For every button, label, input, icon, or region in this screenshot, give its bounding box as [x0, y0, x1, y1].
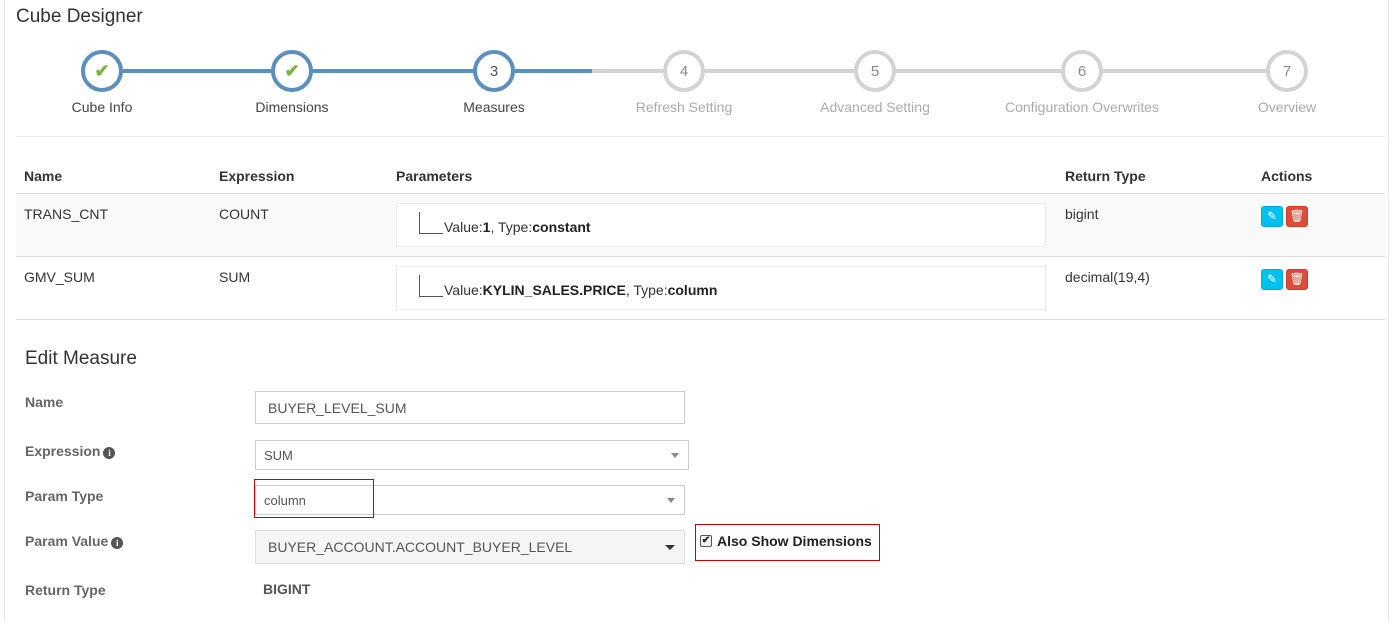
- measure-name-value: BUYER_LEVEL_SUM: [268, 399, 407, 416]
- step-circle: 6: [1061, 50, 1103, 92]
- table-header-row: Name Expression Parameters Return Type A…: [16, 160, 1385, 194]
- column-header-actions: Actions: [1253, 160, 1385, 194]
- chevron-down-icon: [665, 545, 675, 550]
- param-value: KYLIN_SALES.PRICE: [482, 281, 626, 298]
- cell-name: TRANS_CNT: [16, 193, 211, 257]
- parameter-tree: Value:1, Type:constant: [396, 202, 1046, 247]
- edit-button[interactable]: ✎: [1261, 205, 1283, 227]
- param-value-label: Param Value: [25, 533, 109, 549]
- check-icon: ✔: [94, 61, 110, 81]
- cell-expression: COUNT: [211, 193, 388, 257]
- step-circle: 5: [854, 50, 896, 92]
- param-value-label-row: Param Value i: [25, 533, 124, 549]
- param-value-select[interactable]: BUYER_ACCOUNT.ACCOUNT_BUYER_LEVEL: [255, 530, 685, 564]
- measure-name-input[interactable]: BUYER_LEVEL_SUM: [255, 391, 685, 424]
- column-header-return-type: Return Type: [1057, 160, 1253, 194]
- info-icon[interactable]: i: [111, 537, 124, 549]
- pencil-icon: ✎: [1266, 209, 1278, 223]
- parameter-tree: Value:KYLIN_SALES.PRICE, Type:column: [396, 265, 1046, 310]
- step-circle: ✔: [81, 50, 123, 92]
- tree-line: [419, 274, 420, 297]
- step-label: Dimensions: [255, 99, 329, 115]
- delete-button[interactable]: 🗑: [1286, 205, 1308, 227]
- expression-label: Expression: [25, 443, 101, 459]
- step-circle: ✔: [271, 50, 313, 92]
- param-type-label: Param Type: [25, 488, 104, 504]
- trash-icon: 🗑: [1289, 272, 1305, 286]
- info-icon[interactable]: i: [103, 447, 116, 459]
- step-label: Configuration Overwrites: [1004, 99, 1160, 115]
- highlight-box: [695, 524, 880, 561]
- trash-icon: 🗑: [1289, 209, 1305, 223]
- param-type: column: [667, 281, 718, 298]
- param-value-label: Value:: [444, 281, 483, 298]
- cell-parameters: Value:KYLIN_SALES.PRICE, Type:column: [388, 256, 1057, 320]
- return-type-value: BIGINT: [263, 581, 311, 597]
- chevron-down-icon: [671, 453, 679, 458]
- cell-actions: ✎ 🗑: [1253, 256, 1385, 320]
- edit-button[interactable]: ✎: [1261, 268, 1283, 290]
- delete-button[interactable]: 🗑: [1286, 268, 1308, 290]
- param-value-select-value: BUYER_ACCOUNT.ACCOUNT_BUYER_LEVEL: [268, 539, 573, 555]
- cell-parameters: Value:1, Type:constant: [388, 193, 1057, 257]
- parameter-text: Value:KYLIN_SALES.PRICE, Type:column: [444, 282, 717, 298]
- tree-line: [419, 211, 420, 234]
- column-header-expression: Expression: [211, 160, 388, 194]
- wizard-step-advanced-setting[interactable]: 5 Advanced Setting: [775, 50, 975, 115]
- cell-return-type: bigint: [1057, 193, 1253, 257]
- step-label: Advanced Setting: [820, 99, 930, 115]
- highlight-box: [254, 479, 374, 518]
- chevron-down-icon: [667, 498, 675, 503]
- divider: [16, 136, 1385, 137]
- step-label: Cube Info: [71, 99, 133, 115]
- wizard-step-overview[interactable]: 7 Overview: [1187, 50, 1387, 115]
- param-value-label: Value:: [444, 218, 483, 235]
- tree-line: [419, 232, 443, 234]
- cell-name: GMV_SUM: [16, 256, 211, 320]
- pencil-icon: ✎: [1266, 272, 1278, 286]
- expression-select-value: SUM: [264, 447, 293, 463]
- param-type-label: , Type:: [625, 281, 668, 298]
- page-title: Cube Designer: [16, 6, 143, 27]
- step-circle: 4: [663, 50, 705, 92]
- wizard-step-dimensions[interactable]: ✔ Dimensions: [192, 50, 392, 115]
- step-circle: 7: [1266, 50, 1308, 92]
- check-icon: ✔: [284, 61, 300, 81]
- parameter-text: Value:1, Type:constant: [444, 219, 591, 235]
- column-header-parameters: Parameters: [388, 160, 1057, 194]
- column-header-name: Name: [16, 160, 211, 194]
- tree-line: [419, 295, 443, 297]
- edit-measure-title: Edit Measure: [25, 348, 137, 369]
- step-label: Overview: [1257, 99, 1317, 115]
- param-type: constant: [532, 218, 591, 235]
- param-type-label: , Type:: [490, 218, 533, 235]
- name-label: Name: [25, 394, 64, 410]
- wizard-steps: ✔ Cube Info ✔ Dimensions 3 Measures 4 Re…: [0, 50, 1395, 130]
- expression-select[interactable]: SUM: [255, 440, 689, 470]
- wizard-step-configuration-overwrites[interactable]: 6 Configuration Overwrites: [982, 50, 1182, 115]
- expression-label-row: Expression i: [25, 443, 116, 459]
- measures-table: Name Expression Parameters Return Type A…: [16, 160, 1385, 320]
- wizard-step-measures[interactable]: 3 Measures: [394, 50, 594, 115]
- cell-actions: ✎ 🗑: [1253, 193, 1385, 257]
- cell-expression: SUM: [211, 256, 388, 320]
- wizard-step-refresh-setting[interactable]: 4 Refresh Setting: [584, 50, 784, 115]
- table-row: GMV_SUM SUM Value:KYLIN_SALES.PRICE, Typ…: [16, 256, 1385, 320]
- step-label: Measures: [463, 99, 525, 115]
- cell-return-type: decimal(19,4): [1057, 256, 1253, 320]
- wizard-step-cube-info[interactable]: ✔ Cube Info: [2, 50, 202, 115]
- step-circle: 3: [473, 50, 515, 92]
- step-label: Refresh Setting: [635, 99, 733, 115]
- return-type-label: Return Type: [25, 582, 106, 598]
- table-row: TRANS_CNT COUNT Value:1, Type:constant b…: [16, 193, 1385, 257]
